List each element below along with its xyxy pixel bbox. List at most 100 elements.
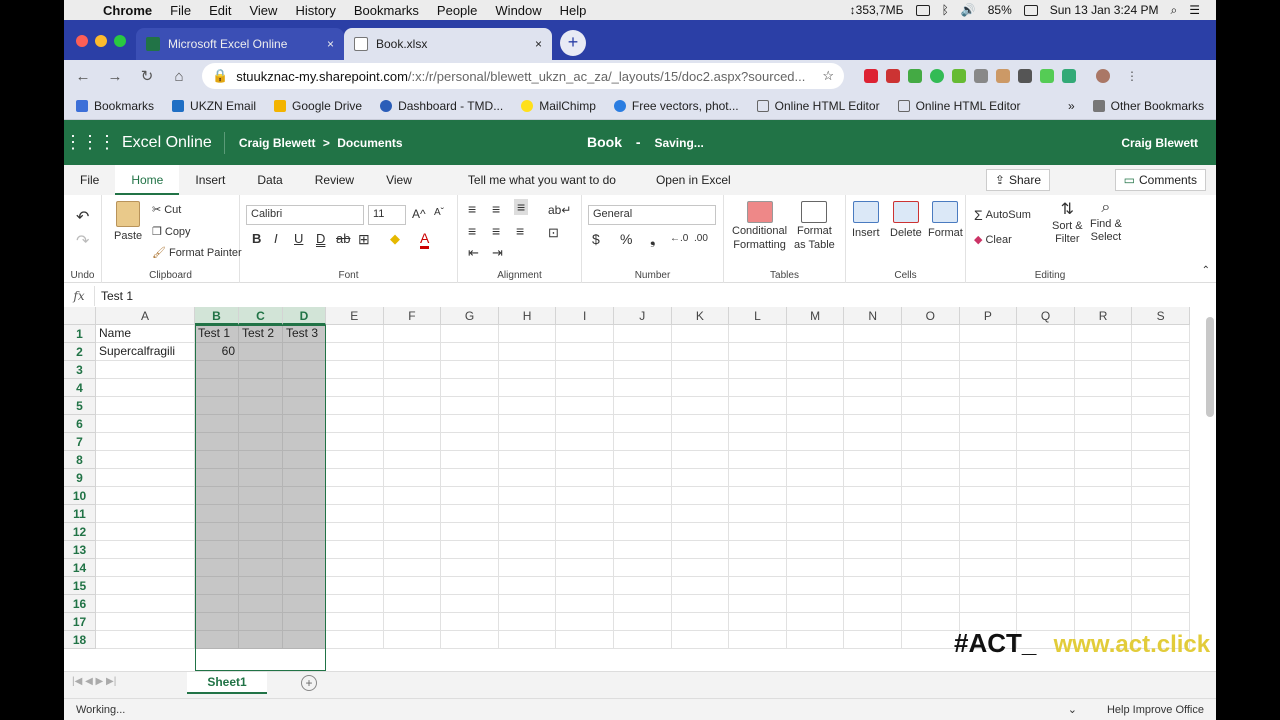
cell-d12[interactable] — [283, 523, 326, 541]
other-bookmarks[interactable]: Other Bookmarks — [1092, 99, 1204, 113]
cell-m17[interactable] — [786, 613, 845, 631]
redo-icon[interactable]: ↷ — [76, 231, 89, 251]
cell-n17[interactable] — [844, 613, 902, 631]
cell-h12[interactable] — [498, 523, 557, 541]
tab-data[interactable]: Data — [241, 165, 298, 195]
cell-j18[interactable] — [614, 631, 672, 649]
row-header-10[interactable]: 10 — [64, 487, 96, 505]
app-name[interactable]: Excel Online — [108, 131, 225, 154]
cell-a5[interactable] — [96, 397, 195, 415]
cell-b11[interactable] — [195, 505, 239, 523]
collapse-ribbon-icon[interactable]: ⌃ — [1202, 265, 1210, 276]
cell-c12[interactable] — [239, 523, 283, 541]
cell-a7[interactable] — [96, 433, 195, 451]
cell-s15[interactable] — [1132, 577, 1190, 595]
cell-s5[interactable] — [1132, 397, 1190, 415]
cell-f13[interactable] — [383, 541, 442, 559]
spreadsheet-grid[interactable]: A B C D E F G H I J K L M N O P Q R S 1 Name Test 1 Test 2 Test… — [64, 307, 1216, 671]
tell-me-search[interactable]: Tell me what you want to do — [452, 165, 632, 195]
cell-k8[interactable] — [671, 451, 730, 469]
cell-d18[interactable] — [283, 631, 326, 649]
cell-q8[interactable] — [1017, 451, 1075, 469]
conditional-formatting-button[interactable]: Conditional Formatting — [732, 201, 787, 251]
cell-b8[interactable] — [195, 451, 239, 469]
cell-d3[interactable] — [283, 361, 326, 379]
undo-icon[interactable]: ↶ — [76, 207, 89, 227]
clear-button[interactable]: ◆ Clear — [974, 233, 1012, 247]
cell-s11[interactable] — [1132, 505, 1190, 523]
sheet-nav-icon[interactable]: |◀ ◀ ▶ ▶| — [72, 676, 116, 687]
cell-n10[interactable] — [844, 487, 902, 505]
column-header-f[interactable]: F — [383, 307, 442, 325]
cell-o14[interactable] — [902, 559, 960, 577]
search-icon[interactable]: ⌕ — [1171, 3, 1178, 18]
decrease-indent-icon[interactable]: ⇤ — [468, 245, 479, 261]
cell-c2[interactable] — [239, 343, 283, 361]
cell-d9[interactable] — [283, 469, 326, 487]
cell-n7[interactable] — [844, 433, 902, 451]
cell-d11[interactable] — [283, 505, 326, 523]
cell-e4[interactable] — [326, 379, 384, 397]
cell-e6[interactable] — [326, 415, 384, 433]
help-improve-office[interactable]: Help Improve Office — [1107, 704, 1204, 716]
cell-r7[interactable] — [1074, 433, 1133, 451]
cell-q14[interactable] — [1017, 559, 1075, 577]
cell-n6[interactable] — [844, 415, 902, 433]
cell-g7[interactable] — [441, 433, 499, 451]
cell-r15[interactable] — [1074, 577, 1133, 595]
cell-j9[interactable] — [614, 469, 672, 487]
vertical-scrollbar[interactable] — [1206, 317, 1214, 417]
cell-s12[interactable] — [1132, 523, 1190, 541]
cell-k18[interactable] — [671, 631, 730, 649]
cell-s1[interactable] — [1132, 325, 1190, 343]
cell-e2[interactable] — [326, 343, 384, 361]
cell-d4[interactable] — [283, 379, 326, 397]
cell-f14[interactable] — [383, 559, 442, 577]
cell-j11[interactable] — [614, 505, 672, 523]
cell-k2[interactable] — [671, 343, 730, 361]
align-bottom-icon[interactable]: ≡ — [514, 199, 529, 215]
cell-l5[interactable] — [729, 397, 787, 415]
cell-f16[interactable] — [383, 595, 442, 613]
flipboard-icon[interactable] — [864, 69, 878, 83]
cell-c14[interactable] — [239, 559, 283, 577]
cell-f4[interactable] — [383, 379, 442, 397]
cell-s3[interactable] — [1132, 361, 1190, 379]
cell-m9[interactable] — [786, 469, 845, 487]
cell-f12[interactable] — [383, 523, 442, 541]
cell-l9[interactable] — [729, 469, 787, 487]
align-left-icon[interactable]: ≡ — [468, 223, 476, 239]
cell-s9[interactable] — [1132, 469, 1190, 487]
cell-f7[interactable] — [383, 433, 442, 451]
cut-button[interactable]: ✂ Cut — [152, 203, 181, 217]
cell-a8[interactable] — [96, 451, 195, 469]
cell-d2[interactable] — [283, 343, 326, 361]
cell-o6[interactable] — [902, 415, 960, 433]
cell-r3[interactable] — [1074, 361, 1133, 379]
cell-d14[interactable] — [283, 559, 326, 577]
column-header-d[interactable]: D — [283, 307, 326, 325]
menu-window[interactable]: Window — [486, 3, 550, 18]
cell-c15[interactable] — [239, 577, 283, 595]
cell-d10[interactable] — [283, 487, 326, 505]
cell-k7[interactable] — [671, 433, 730, 451]
cell-p13[interactable] — [959, 541, 1018, 559]
cell-k9[interactable] — [671, 469, 730, 487]
row-header-7[interactable]: 7 — [64, 433, 96, 451]
cell-o15[interactable] — [902, 577, 960, 595]
cell-g14[interactable] — [441, 559, 499, 577]
cell-j8[interactable] — [614, 451, 672, 469]
cell-m12[interactable] — [786, 523, 845, 541]
fill-color-icon[interactable]: ◆ — [390, 231, 400, 247]
cell-i2[interactable] — [556, 343, 614, 361]
cell-b6[interactable] — [195, 415, 239, 433]
cell-s16[interactable] — [1132, 595, 1190, 613]
cell-s14[interactable] — [1132, 559, 1190, 577]
cell-d5[interactable] — [283, 397, 326, 415]
menu-list-icon[interactable]: ☰ — [1189, 3, 1200, 17]
grammarly-icon[interactable] — [930, 69, 944, 83]
cell-j7[interactable] — [614, 433, 672, 451]
cell-b9[interactable] — [195, 469, 239, 487]
cell-o12[interactable] — [902, 523, 960, 541]
sheet-tab-sheet1[interactable]: Sheet1 — [187, 672, 267, 694]
